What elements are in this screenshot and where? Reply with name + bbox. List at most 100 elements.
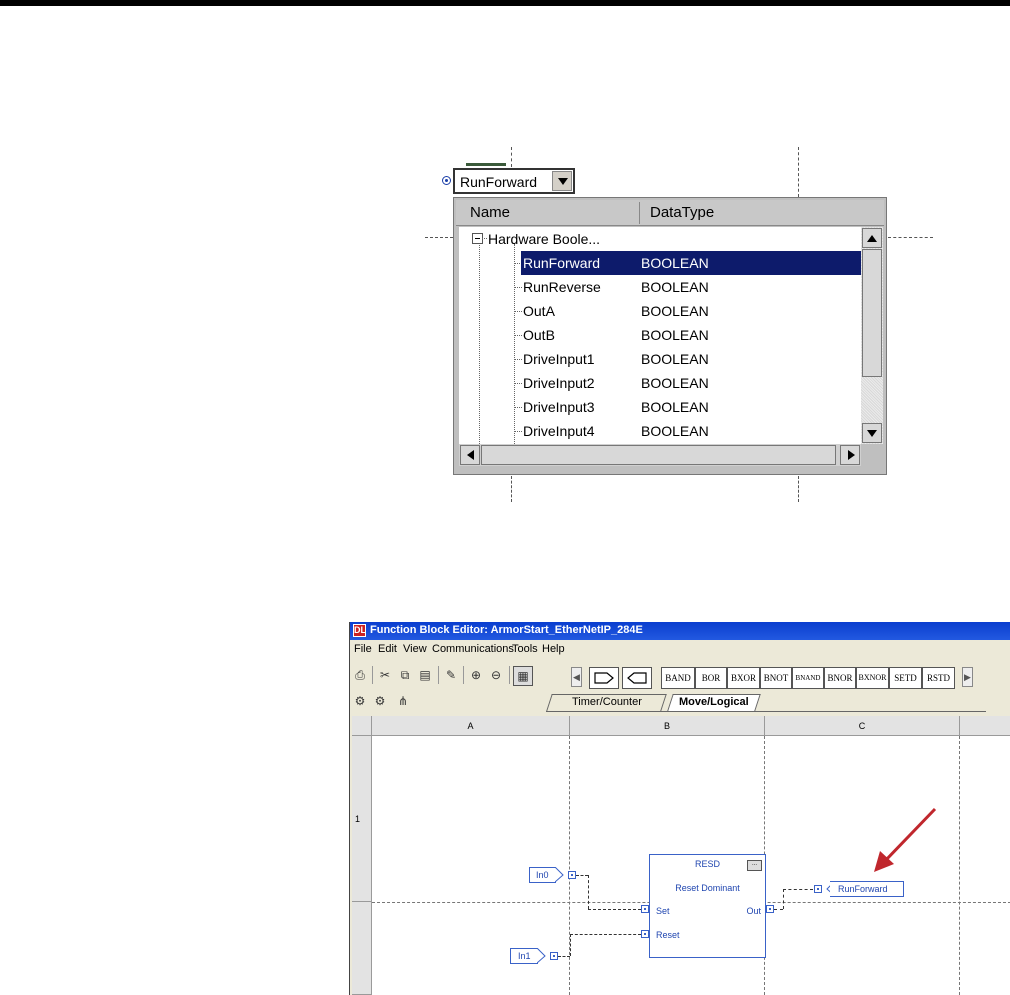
app-icon[interactable]: DL — [353, 624, 366, 637]
resd-function-block[interactable]: RESD ... Reset Dominant Set Reset Out — [649, 854, 766, 958]
tag-label: In1 — [518, 951, 531, 961]
column-header-a[interactable]: A — [372, 716, 570, 736]
wire-icon[interactable]: ⋔ — [394, 692, 412, 710]
cut-icon[interactable]: ✂ — [376, 666, 394, 684]
wire[interactable] — [783, 889, 784, 909]
out-pin-icon[interactable] — [766, 905, 774, 913]
column-header-c[interactable]: C — [765, 716, 960, 736]
menu-view[interactable]: View — [403, 643, 427, 655]
connection-pin-icon[interactable] — [814, 885, 822, 893]
set-pin-icon[interactable] — [641, 905, 649, 913]
print-icon[interactable]: ⎙ — [351, 666, 369, 684]
tag-name: DriveInput4 — [523, 423, 595, 439]
palette-bnor-button[interactable]: BNOR — [824, 667, 856, 689]
palette-output-tag-button[interactable] — [622, 667, 652, 689]
palette-scroll-left-icon[interactable]: ◀ — [571, 667, 582, 687]
zoom-out-icon[interactable]: ⊖ — [487, 666, 505, 684]
online-icon[interactable]: ⚙ — [351, 692, 369, 710]
guide-line — [798, 147, 799, 197]
calculator-icon[interactable]: ▦ — [513, 666, 533, 686]
title-bar[interactable]: DL Function Block Editor: ArmorStart_Eth… — [350, 622, 1010, 640]
tag-combo-box[interactable]: RunForward — [453, 168, 575, 194]
tree-connector — [515, 335, 522, 336]
scroll-down-button[interactable] — [862, 423, 882, 443]
wire[interactable] — [588, 875, 589, 909]
block-edge — [466, 163, 506, 166]
list-item[interactable]: DriveInput4 BOOLEAN — [459, 419, 861, 443]
list-item-selected[interactable]: RunForward BOOLEAN — [459, 251, 861, 275]
scroll-right-button[interactable] — [840, 445, 860, 465]
wire[interactable] — [570, 934, 641, 935]
column-header-datatype[interactable]: DataType — [650, 204, 714, 221]
combo-dropdown-button[interactable] — [552, 171, 572, 191]
palette-bxor-button[interactable]: BXOR — [727, 667, 760, 689]
palette-setd-button[interactable]: SETD — [889, 667, 922, 689]
palette-band-button[interactable]: BAND — [661, 667, 695, 689]
list-item[interactable]: DriveInput2 BOOLEAN — [459, 371, 861, 395]
pin-label-out: Out — [746, 906, 761, 916]
page-top-rule — [0, 0, 1010, 6]
window-title: Function Block Editor: ArmorStart_EtherN… — [370, 624, 643, 636]
palette-scroll-right-icon[interactable]: ▶ — [962, 667, 973, 687]
palette-bnot-button[interactable]: BNOT — [760, 667, 792, 689]
input-tag-in1[interactable]: In1 — [510, 948, 538, 964]
reset-pin-icon[interactable] — [641, 930, 649, 938]
wire[interactable] — [588, 909, 641, 910]
list-item[interactable]: OutB BOOLEAN — [459, 323, 861, 347]
wire[interactable] — [576, 875, 588, 876]
wire[interactable] — [558, 956, 570, 957]
tag-type: BOOLEAN — [641, 351, 709, 367]
verify-icon[interactable]: ✎ — [442, 666, 460, 684]
list-item[interactable]: DriveInput1 BOOLEAN — [459, 347, 861, 371]
connection-pin-icon[interactable] — [568, 871, 576, 879]
palette-bxnor-button[interactable]: BXNOR — [856, 667, 889, 689]
copy-icon[interactable]: ⧉ — [396, 666, 414, 684]
menu-edit[interactable]: Edit — [378, 643, 397, 655]
scroll-thumb[interactable] — [481, 445, 836, 465]
function-block-canvas[interactable]: A B C 1 In0 In1 RESD ... Reset Dominant … — [352, 716, 1010, 995]
palette-input-tag-button[interactable] — [589, 667, 619, 689]
tree-group-row[interactable]: Hardware Boole... — [459, 227, 861, 251]
tab-timer-counter[interactable]: Timer/Counter — [546, 694, 667, 711]
column-header-d[interactable] — [960, 716, 1010, 736]
horizontal-scrollbar[interactable] — [459, 444, 861, 466]
vertical-scrollbar[interactable] — [861, 227, 883, 444]
list-item[interactable]: DriveInput3 BOOLEAN — [459, 395, 861, 419]
column-header-name[interactable]: Name — [470, 204, 510, 221]
wire[interactable] — [774, 909, 783, 910]
connection-pin-icon[interactable] — [550, 952, 558, 960]
menu-tools[interactable]: Tools — [512, 643, 538, 655]
scroll-up-button[interactable] — [862, 228, 882, 248]
list-item[interactable]: OutA BOOLEAN — [459, 299, 861, 323]
scroll-left-button[interactable] — [460, 445, 480, 465]
row-header-1[interactable]: 1 — [352, 736, 372, 902]
palette-bor-button[interactable]: BOR — [695, 667, 727, 689]
paste-icon[interactable]: ▤ — [416, 666, 434, 684]
list-item[interactable]: RunReverse BOOLEAN — [459, 275, 861, 299]
output-tag-runforward[interactable]: RunForward — [830, 881, 904, 897]
tag-type: BOOLEAN — [641, 303, 709, 319]
row-header-2[interactable] — [352, 902, 372, 995]
toolbar-separator — [372, 666, 373, 684]
block-description: Reset Dominant — [675, 883, 740, 893]
column-header-b[interactable]: B — [570, 716, 765, 736]
scroll-thumb[interactable] — [862, 249, 882, 377]
input-tag-in0[interactable]: In0 — [529, 867, 556, 883]
tab-label: Move/Logical — [679, 696, 749, 708]
grid-corner — [352, 716, 372, 736]
palette-rstd-button[interactable]: RSTD — [922, 667, 955, 689]
zoom-in-icon[interactable]: ⊕ — [467, 666, 485, 684]
menu-file[interactable]: File — [354, 643, 372, 655]
download-icon[interactable]: ⚙ — [371, 692, 389, 710]
chevron-down-icon — [558, 178, 568, 185]
tag-label: RunForward — [838, 884, 888, 894]
wire[interactable] — [783, 889, 813, 890]
palette-bnand-button[interactable]: BNAND — [792, 667, 824, 689]
menu-communications[interactable]: Communications — [432, 643, 514, 655]
header-divider[interactable] — [639, 202, 640, 224]
wire[interactable] — [570, 934, 571, 956]
block-properties-button[interactable]: ... — [747, 860, 762, 871]
tab-move-logical[interactable]: Move/Logical — [667, 694, 761, 711]
tree-connector — [515, 383, 522, 384]
menu-help[interactable]: Help — [542, 643, 565, 655]
